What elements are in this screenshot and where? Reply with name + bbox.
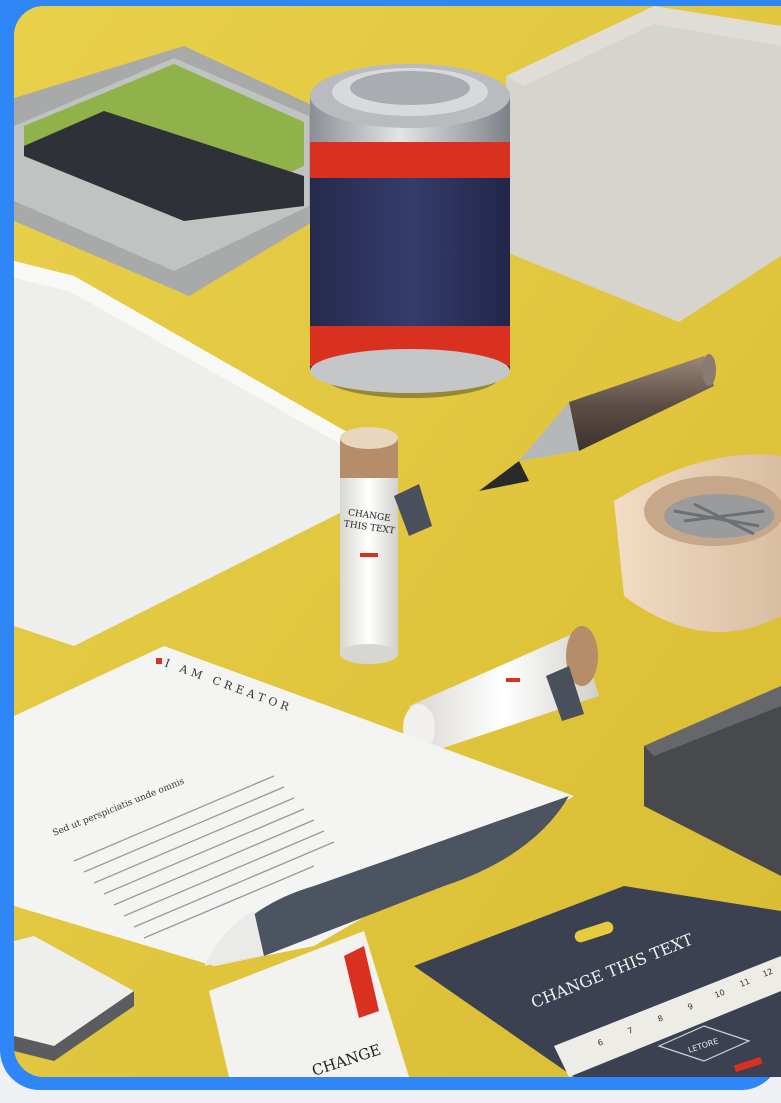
mockup-illustration: CHANGE THIS TEXT I AM CREATOR Sed ut per…: [14, 6, 781, 1077]
tin-can: [310, 64, 510, 398]
stationery-mockup-photo: CHANGE THIS TEXT I AM CREATOR Sed ut per…: [14, 6, 781, 1077]
can-band-top: [310, 136, 510, 178]
